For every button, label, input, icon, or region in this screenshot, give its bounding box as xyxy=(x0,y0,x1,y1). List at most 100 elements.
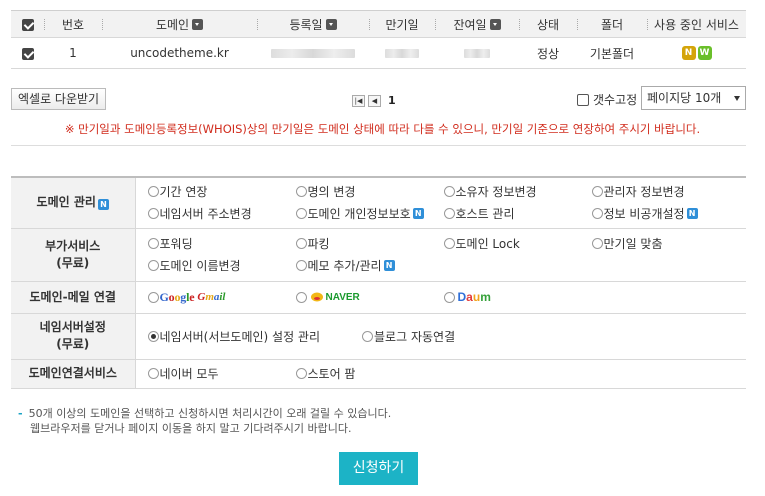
row-number: 1 xyxy=(44,37,102,69)
radio-icon[interactable] xyxy=(443,208,455,220)
radio-icon[interactable] xyxy=(147,260,159,271)
radio-icon[interactable] xyxy=(591,208,603,220)
option-parking[interactable]: 파킹 xyxy=(295,235,444,252)
option-store-farm[interactable]: 스토어 팜 xyxy=(295,365,444,382)
option-daum-mail[interactable]: Daum xyxy=(443,290,592,305)
col-expiry-label: 만기일 xyxy=(385,17,419,32)
option-admin-info[interactable]: 관리자 정보변경 xyxy=(591,183,740,200)
first-page-icon[interactable]: |◀ xyxy=(352,94,365,107)
domain-table: 번호 도메인 등록일 만기일 잔여일 상태 폴더 사용 중인 서비스 1 unc… xyxy=(11,10,746,69)
service-label-extra: 부가서비스 (무료) xyxy=(11,228,135,282)
expiry-date-redacted xyxy=(385,49,419,58)
option-google-mail[interactable]: Google Gmail xyxy=(147,289,296,305)
col-status: 상태 xyxy=(519,10,577,38)
radio-selected-icon[interactable] xyxy=(147,330,159,342)
col-expiry: 만기일 xyxy=(369,10,435,38)
daum-logo: Daum xyxy=(457,290,491,304)
col-domain[interactable]: 도메인 xyxy=(102,10,257,38)
table-row[interactable]: 1 uncodetheme.kr 정상 기본폴더 NW xyxy=(11,37,746,69)
option-naver-mail[interactable]: NAVER xyxy=(295,290,444,305)
pagination: |◀ ◀ 1 xyxy=(352,94,396,107)
col-domain-label: 도메인 xyxy=(155,17,190,32)
sort-dropdown-icon[interactable] xyxy=(489,18,501,30)
prev-page-icon[interactable]: ◀ xyxy=(368,94,381,107)
per-page-value: 페이지당 10개 xyxy=(647,91,722,105)
radio-icon[interactable] xyxy=(147,238,159,249)
service-label-nameserver: 네임서버설정 (무료) xyxy=(11,313,135,360)
row-domain[interactable]: uncodetheme.kr xyxy=(102,37,257,69)
dash-icon: - xyxy=(18,407,23,420)
option-nameserver-address[interactable]: 네임서버 주소변경 xyxy=(147,205,296,222)
option-memo[interactable]: 메모 추가/관리 N xyxy=(295,257,444,274)
option-info-private[interactable]: 정보 비공개설정 N xyxy=(591,205,740,222)
option-owner-info[interactable]: 소유자 정보변경 xyxy=(443,183,592,200)
option-privacy-protection[interactable]: 도메인 개인정보보호 N xyxy=(295,205,444,222)
google-logo: Google xyxy=(159,289,195,304)
service-row-nameserver: 네임서버설정 (무료) 네임서버(서브도메인) 설정 관리 블로그 자동연결 xyxy=(11,313,746,360)
divider xyxy=(11,145,746,146)
sort-dropdown-icon[interactable] xyxy=(325,18,337,30)
naver-face-icon xyxy=(310,292,323,302)
radio-icon[interactable] xyxy=(443,291,455,303)
radio-icon[interactable] xyxy=(147,368,159,379)
radio-icon[interactable] xyxy=(295,291,307,303)
option-forwarding[interactable]: 포워딩 xyxy=(147,235,296,252)
radio-icon[interactable] xyxy=(591,186,603,198)
radio-icon[interactable] xyxy=(295,368,307,379)
service-row-mail: 도메인-메일 연결 Google Gmail NAVER Daum xyxy=(11,281,746,314)
col-number: 번호 xyxy=(44,10,102,38)
row-services: NW xyxy=(647,37,746,69)
option-nameserver-mgmt[interactable]: 네임서버(서브도메인) 설정 관리 xyxy=(147,328,320,345)
radio-icon[interactable] xyxy=(295,260,307,271)
service-row-connect: 도메인연결서비스 네이버 모두 스토어 팜 xyxy=(11,359,746,389)
select-all-checkbox[interactable] xyxy=(21,18,34,31)
option-expiry-match[interactable]: 만기일 맞춤 xyxy=(591,235,740,252)
col-registered[interactable]: 등록일 xyxy=(257,10,369,38)
row-checkbox[interactable] xyxy=(21,47,34,60)
col-services: 사용 중인 서비스 xyxy=(647,10,746,38)
sort-dropdown-icon[interactable] xyxy=(192,18,204,30)
radio-icon[interactable] xyxy=(147,208,159,220)
current-page[interactable]: 1 xyxy=(388,94,396,107)
select-all-header xyxy=(11,10,44,38)
radio-icon[interactable] xyxy=(147,291,159,303)
col-status-label: 상태 xyxy=(536,17,560,32)
col-remaining[interactable]: 잔여일 xyxy=(435,10,519,38)
gmail-logo: Gmail xyxy=(197,291,226,303)
radio-icon[interactable] xyxy=(147,186,159,198)
option-change-name[interactable]: 명의 변경 xyxy=(295,183,444,200)
per-page-select[interactable]: 페이지당 10개 xyxy=(641,86,746,110)
radio-icon[interactable] xyxy=(443,186,455,198)
option-extend-period[interactable]: 기간 연장 xyxy=(147,183,296,200)
option-blog-connect[interactable]: 블로그 자동연결 xyxy=(362,328,455,345)
option-rename-domain[interactable]: 도메인 이름변경 xyxy=(147,257,296,274)
fix-count-control[interactable]: 갯수고정 xyxy=(577,91,637,108)
radio-icon[interactable] xyxy=(295,208,307,220)
option-host-mgmt[interactable]: 호스트 관리 xyxy=(443,205,592,222)
apply-button[interactable]: 신청하기 xyxy=(339,452,418,485)
row-status: 정상 xyxy=(519,37,577,69)
radio-icon[interactable] xyxy=(362,330,374,342)
col-folder-label: 폴더 xyxy=(600,17,624,32)
new-badge-icon: N xyxy=(97,199,109,211)
service-row-extra: 부가서비스 (무료) 포워딩 파킹 도메인 Lock 만기일 맞춤 도메인 이름변… xyxy=(11,228,746,282)
naver-logo: NAVER xyxy=(325,291,360,303)
processing-notice: -50개 이상의 도메인을 선택하고 신청하시면 처리시간이 오래 걸릴 수 있… xyxy=(18,407,392,435)
option-naver-modoo[interactable]: 네이버 모두 xyxy=(147,365,296,382)
service-label-connect: 도메인연결서비스 xyxy=(11,359,135,389)
col-folder: 폴더 xyxy=(577,10,647,38)
option-domain-lock[interactable]: 도메인 Lock xyxy=(443,235,592,252)
expiry-notice: ※ 만기일과 도메인등록정보(WHOIS)상의 만기일은 도메인 상태에 따라 … xyxy=(64,122,701,136)
radio-icon[interactable] xyxy=(295,186,307,198)
radio-icon[interactable] xyxy=(591,238,603,249)
col-number-label: 번호 xyxy=(61,17,85,32)
radio-icon[interactable] xyxy=(295,238,307,249)
service-row-domain-mgmt: 도메인 관리 N 기간 연장 명의 변경 소유자 정보변경 관리자 정보변경 네임… xyxy=(11,176,746,229)
excel-download-button[interactable]: 엑셀로 다운받기 xyxy=(11,88,107,110)
remaining-days-redacted xyxy=(464,49,490,58)
fix-count-checkbox[interactable] xyxy=(577,93,589,106)
service-w-badge[interactable]: W xyxy=(697,46,712,61)
radio-icon[interactable] xyxy=(443,238,455,249)
table-header-row: 번호 도메인 등록일 만기일 잔여일 상태 폴더 사용 중인 서비스 xyxy=(11,10,746,38)
service-n-badge[interactable]: N xyxy=(681,46,696,61)
